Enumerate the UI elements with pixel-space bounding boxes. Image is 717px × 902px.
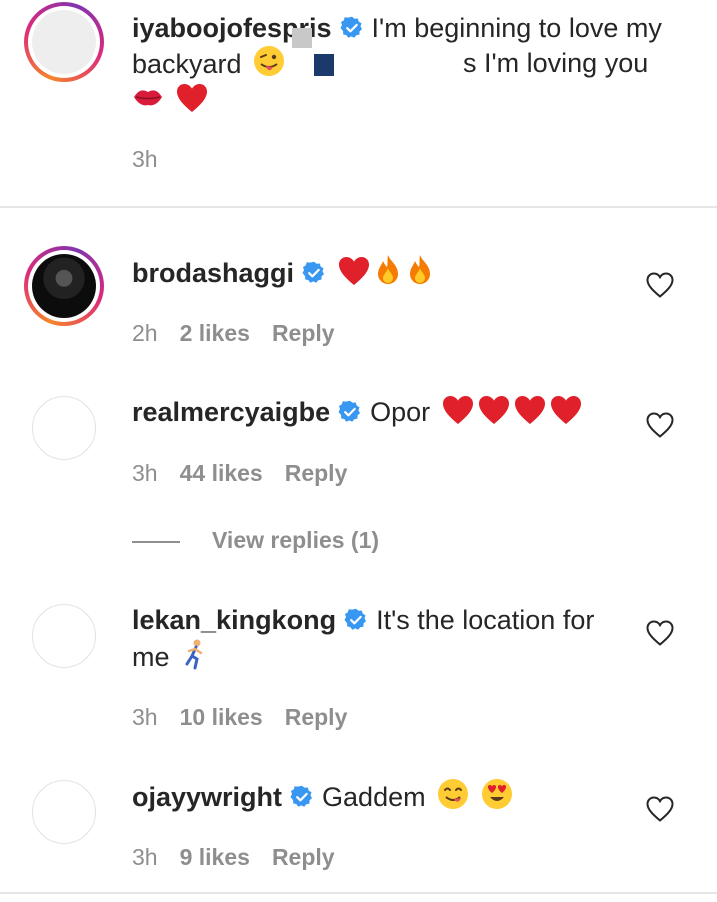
comment-text: I'm beginning to love my [371,13,662,43]
username[interactable]: lekan_kingkong [132,605,336,635]
verified-badge-icon [338,400,362,424]
censor-block [314,54,334,76]
fire-emoji-icon [374,254,402,286]
reply-button[interactable]: Reply [272,320,335,346]
verified-badge-icon [340,16,364,40]
like-heart-icon[interactable] [646,620,674,646]
reply-button[interactable]: Reply [285,704,348,730]
comment-text: Gaddem [322,782,426,812]
likes-count[interactable]: 9 likes [180,844,250,870]
divider [0,892,717,894]
red-heart-emoji-icon [514,395,546,425]
avatar[interactable] [24,2,104,82]
comment-line: s I'm loving you [463,45,648,81]
like-heart-icon[interactable] [646,412,674,438]
reply-button[interactable]: Reply [272,844,335,870]
comment-text: me [132,642,170,672]
yum-face-emoji-icon [438,779,469,809]
red-heart-emoji-icon [478,395,510,425]
comment-meta: 3h 44 likes Reply [132,460,347,487]
timestamp: 3h [132,460,158,486]
divider [0,206,717,208]
likes-count[interactable]: 44 likes [180,460,263,486]
view-replies-button[interactable]: View replies (1) [212,527,379,554]
avatar-inner [28,6,100,78]
comment-text: s I'm loving you [463,48,649,78]
username[interactable]: ojayywright [132,782,282,812]
comment-text: It's the location for [376,605,595,635]
comment-line: realmercyaigbe Opor [132,394,582,430]
username[interactable]: realmercyaigbe [132,397,330,427]
comment-meta: 3h 9 likes Reply [132,844,335,871]
winking-tongue-emoji-icon [254,46,285,76]
timestamp: 3h [132,146,158,172]
comment-line: brodashaggi [132,254,434,291]
verified-badge-icon [290,785,314,809]
heart-eyes-emoji-icon [481,779,512,809]
avatar[interactable] [24,246,104,326]
red-heart-emoji-icon [442,395,474,425]
red-heart-emoji-icon [338,256,370,286]
censor-block [292,28,312,48]
comment-text: backyard [132,49,242,79]
comment-line: lekan_kingkong It's the location for [132,602,594,638]
red-heart-emoji-icon [176,83,208,113]
reply-button[interactable]: Reply [285,460,348,486]
comment-text: Opor [370,397,431,427]
running-person-emoji-icon [185,639,203,670]
verified-badge-icon [302,261,326,285]
avatar[interactable] [32,396,96,460]
likes-count[interactable]: 2 likes [180,320,250,346]
avatar[interactable] [32,604,96,668]
comment-line: me [132,638,209,675]
comment-line: iyaboojofespris I'm beginning to love my [132,10,662,46]
comment-line: ojayywright Gaddem [132,778,513,815]
comment-meta: 3h 10 likes Reply [132,704,347,731]
avatar[interactable] [32,780,96,844]
emoji-line [132,81,208,118]
like-heart-icon[interactable] [646,796,674,822]
username[interactable]: brodashaggi [132,258,294,288]
fire-emoji-icon [406,254,434,286]
avatar-photo [32,10,96,74]
verified-badge-icon [344,608,368,632]
view-replies-line [132,541,180,543]
timestamp: 3h [132,844,158,870]
red-heart-emoji-icon [550,395,582,425]
likes-count[interactable]: 10 likes [180,704,263,730]
timestamp: 2h [132,320,158,346]
avatar-inner [28,250,100,322]
kiss-mark-emoji-icon [134,90,162,106]
comment-line: backyard [132,45,285,82]
comment-meta: 3h [132,146,158,173]
comment-meta: 2h 2 likes Reply [132,320,335,347]
avatar-photo [32,254,96,318]
like-heart-icon[interactable] [646,272,674,298]
timestamp: 3h [132,704,158,730]
